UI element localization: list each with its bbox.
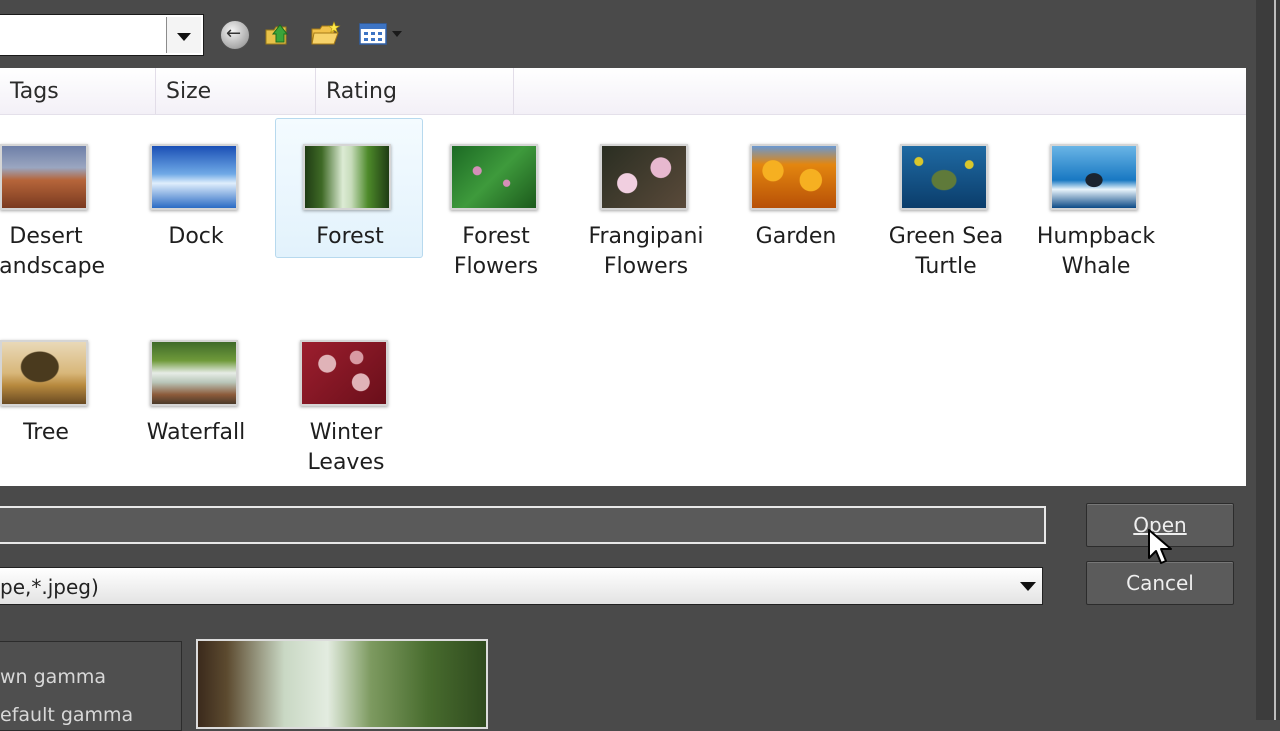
thumbnail-frangipani-flowers <box>600 144 688 210</box>
back-button[interactable]: ← <box>220 20 250 50</box>
file-item-forest-flowers[interactable]: Forest Flowers <box>422 118 570 279</box>
up-one-level-button[interactable] <box>264 20 294 50</box>
file-name-line2: Whale <box>1061 254 1131 279</box>
file-type-select[interactable]: pe,*.jpeg) <box>0 567 1043 605</box>
create-new-folder-button[interactable] <box>310 20 341 50</box>
thumbnail-tree <box>0 340 88 406</box>
file-item-dock[interactable]: Dock <box>122 118 270 258</box>
file-type-value: pe,*.jpeg) <box>0 575 99 599</box>
file-item-frangipani-flowers[interactable]: Frangipani Flowers <box>572 118 720 279</box>
file-list-view[interactable]: Tags Size Rating DesertLandscape Dock Fo… <box>0 68 1246 486</box>
thumbnail-winter-leaves <box>300 340 388 406</box>
file-item-waterfall[interactable]: Waterfall <box>122 314 270 454</box>
views-menu-icon <box>359 23 402 45</box>
thumbnail-forest-flowers <box>450 144 538 210</box>
column-header-size[interactable]: Size <box>156 68 316 114</box>
column-header-tags[interactable]: Tags <box>0 68 156 114</box>
thumbnail-dock <box>150 144 238 210</box>
file-item-forest[interactable]: Forest <box>275 118 423 258</box>
file-item-green-sea-turtle[interactable]: Green Sea Turtle <box>872 118 1020 279</box>
thumbnail-desert-landscape <box>0 144 88 210</box>
chevron-down-icon[interactable] <box>1020 582 1036 591</box>
view-menu-button[interactable] <box>358 20 404 50</box>
column-header-bar: Tags Size Rating <box>0 68 1246 115</box>
look-in-dropdown-button[interactable] <box>166 17 201 53</box>
look-in-combobox[interactable] <box>0 14 204 56</box>
thumbnail-green-sea-turtle <box>900 144 988 210</box>
file-name-line2: Flowers <box>603 254 689 279</box>
file-name-line1: Winter <box>309 420 383 445</box>
gamma-options-panel: wn gamma efault gamma <box>0 641 182 731</box>
thumbnail-forest <box>303 144 391 210</box>
cancel-button-label: Cancel <box>1126 571 1194 595</box>
file-item-humpback-whale[interactable]: Humpback Whale <box>1022 118 1170 279</box>
file-name-input[interactable] <box>0 506 1046 544</box>
up-folder-icon <box>265 24 289 45</box>
gamma-option-1[interactable]: wn gamma <box>0 666 106 688</box>
file-name-line2: Landscape <box>0 254 106 279</box>
gamma-option-2[interactable]: efault gamma <box>0 704 133 726</box>
window-edge <box>1256 0 1280 720</box>
new-folder-icon <box>311 21 341 45</box>
column-header-rating[interactable]: Rating <box>316 68 514 114</box>
image-preview <box>196 639 488 729</box>
file-item-garden[interactable]: Garden <box>722 118 870 258</box>
file-name-line2: Leaves <box>307 450 385 475</box>
thumbnail-humpback-whale <box>1050 144 1138 210</box>
thumbnail-garden <box>750 144 838 210</box>
mouse-cursor-icon <box>1148 529 1172 564</box>
file-name-line1: Humpback <box>1036 224 1156 249</box>
thumbnail-waterfall <box>150 340 238 406</box>
file-item-winter-leaves[interactable]: Winter Leaves <box>272 314 420 475</box>
